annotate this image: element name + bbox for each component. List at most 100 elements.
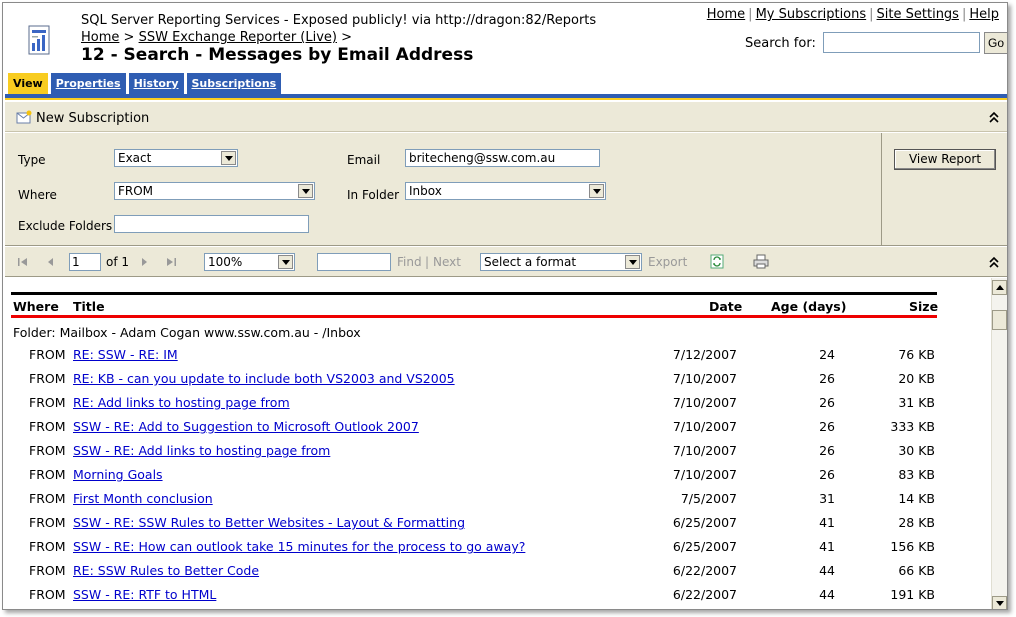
home-link[interactable]: Home [707, 7, 745, 22]
page-count-label: of 1 [106, 255, 130, 269]
breadcrumb-home-link[interactable]: Home [81, 30, 119, 45]
refresh-icon[interactable] [710, 254, 724, 269]
table-row: FROM SSW - RE: How can outlook take 15 mi… [5, 536, 941, 560]
collapse-icon[interactable] [987, 255, 1001, 269]
page-number-input[interactable]: 1 [69, 253, 101, 271]
cell-age: 41 [819, 515, 835, 530]
column-size: Size [909, 299, 939, 314]
message-title-link[interactable]: SSW - RE: RTF to HTML [73, 587, 216, 602]
cell-size: 191 KB [890, 587, 935, 602]
help-link[interactable]: Help [969, 7, 999, 22]
message-title-link[interactable]: Morning Goals [73, 467, 163, 482]
view-report-button[interactable]: View Report [894, 149, 996, 170]
cell-where: FROM [29, 347, 66, 362]
message-title-link[interactable]: First Month conclusion [73, 491, 213, 506]
type-value: Exact [118, 151, 152, 165]
scroll-down-icon[interactable] [992, 596, 1007, 609]
cell-size: 76 KB [898, 347, 935, 362]
next-page-icon[interactable] [138, 256, 150, 268]
go-button[interactable]: Go [984, 32, 1007, 54]
cell-age: 41 [819, 539, 835, 554]
tab-view[interactable]: View [8, 73, 48, 95]
find-link[interactable]: Find [397, 255, 422, 269]
column-age: Age (days) [771, 299, 847, 314]
exclude-folders-input[interactable] [114, 215, 309, 233]
breadcrumb-folder-link[interactable]: SSW Exchange Reporter (Live) [139, 30, 337, 45]
cell-date: 6/25/2007 [672, 539, 737, 554]
email-input[interactable]: britecheng@ssw.com.au [405, 149, 600, 167]
scroll-thumb[interactable] [992, 310, 1007, 330]
chevron-down-icon[interactable] [625, 255, 640, 269]
column-date: Date [709, 299, 743, 314]
chevron-down-icon[interactable] [278, 255, 293, 269]
new-subscription-icon[interactable] [16, 110, 32, 124]
cell-date: 7/5/2007 [680, 491, 737, 506]
vertical-scrollbar[interactable] [991, 278, 1007, 609]
cell-date: 7/12/2007 [672, 347, 737, 362]
cell-age: 26 [819, 371, 835, 386]
cell-where: FROM [29, 371, 66, 386]
breadcrumb-separator: > [123, 30, 135, 45]
report-manager-window: SQL Server Reporting Services - Exposed … [2, 2, 1008, 610]
new-subscription-link[interactable]: New Subscription [36, 111, 149, 126]
breadcrumb-separator: > [341, 30, 353, 45]
prev-page-icon[interactable] [45, 256, 57, 268]
subscription-bar: New Subscription [5, 102, 1007, 132]
link-separator: | [748, 7, 753, 22]
tab-strip: View Properties History Subscriptions [8, 73, 282, 95]
message-title-link[interactable]: RE: SSW Rules to Better Code [73, 563, 259, 578]
message-title-link[interactable]: SSW - RE: SSW Rules to Better Websites -… [73, 515, 465, 530]
my-subscriptions-link[interactable]: My Subscriptions [756, 7, 867, 22]
cell-age: 44 [819, 587, 835, 602]
tab-subscriptions[interactable]: Subscriptions [186, 73, 282, 95]
message-title-link[interactable]: SSW - RE: Add to Suggestion to Microsoft… [73, 419, 419, 434]
cell-size: 14 KB [898, 491, 935, 506]
scroll-up-icon[interactable] [992, 280, 1007, 295]
message-title-link[interactable]: SSW - RE: Add links to hosting page from [73, 443, 330, 458]
site-settings-link[interactable]: Site Settings [877, 7, 959, 22]
in-folder-select[interactable]: Inbox [405, 182, 606, 200]
cell-date: 6/22/2007 [672, 587, 737, 602]
cell-where: FROM [29, 491, 66, 506]
tab-history[interactable]: History [128, 73, 184, 95]
where-select[interactable]: FROM [114, 182, 315, 200]
type-select[interactable]: Exact [114, 149, 238, 167]
zoom-value: 100% [208, 255, 243, 269]
where-value: FROM [118, 184, 154, 198]
report-toolbar: 1 of 1 100% Find | Next Select a format … [5, 247, 1007, 277]
first-page-icon[interactable] [17, 256, 29, 268]
cell-age: 26 [819, 443, 835, 458]
chevron-down-icon[interactable] [221, 151, 236, 165]
message-title-link[interactable]: RE: Add links to hosting page from [73, 395, 290, 410]
cell-size: 30 KB [898, 443, 935, 458]
table-row: FROM SSW - RE: Add links to hosting page … [5, 440, 941, 464]
search-input[interactable] [823, 32, 980, 53]
export-link[interactable]: Export [648, 255, 687, 269]
chevron-down-icon[interactable] [298, 184, 313, 198]
find-separator: | [425, 255, 430, 269]
cell-age: 26 [819, 467, 835, 482]
cell-size: 20 KB [898, 371, 935, 386]
cell-age: 24 [819, 347, 835, 362]
zoom-select[interactable]: 100% [204, 253, 295, 271]
collapse-icon[interactable] [987, 110, 1001, 124]
type-label: Type [18, 153, 46, 167]
table-row: FROM SSW - RE: RTF to HTML 6/22/2007 44 191 … [5, 584, 941, 608]
find-input[interactable] [317, 253, 391, 271]
cell-age: 26 [819, 395, 835, 410]
print-icon[interactable] [753, 254, 769, 269]
cell-size: 28 KB [898, 515, 935, 530]
message-title-link[interactable]: RE: SSW - RE: IM [73, 347, 178, 362]
tab-underline-accent [5, 98, 1007, 100]
table-row: FROM First Month conclusion 7/5/2007 31 14 K… [5, 488, 941, 512]
cell-size: 156 KB [890, 539, 935, 554]
cell-age: 26 [819, 419, 835, 434]
message-title-link[interactable]: RE: KB - can you update to include both … [73, 371, 455, 386]
next-link[interactable]: Next [433, 255, 461, 269]
message-rows: FROM RE: SSW - RE: IM 7/12/2007 24 76 KB FRO… [5, 344, 941, 608]
last-page-icon[interactable] [165, 256, 177, 268]
export-format-select[interactable]: Select a format [480, 253, 642, 271]
tab-properties[interactable]: Properties [50, 73, 126, 95]
message-title-link[interactable]: SSW - RE: How can outlook take 15 minute… [73, 539, 525, 554]
chevron-down-icon[interactable] [589, 184, 604, 198]
